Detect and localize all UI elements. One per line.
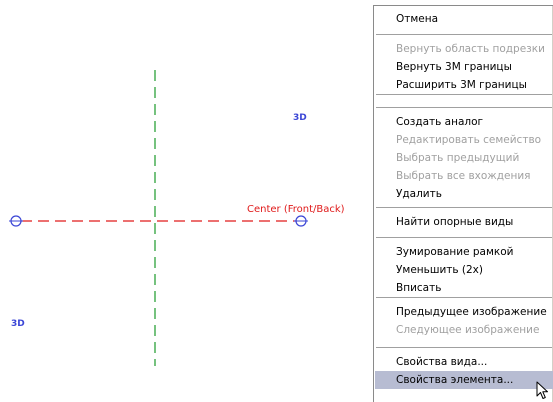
menu-item[interactable]: Расширить 3М границы [375, 76, 553, 94]
menu-item[interactable]: Предыдущее изображение [375, 303, 553, 321]
reference-plane-label[interactable]: Center (Front/Back) [247, 204, 345, 216]
menu-item[interactable]: Удалить [375, 185, 553, 203]
menu-separator [376, 34, 552, 35]
menu-item[interactable]: Уменьшить (2x) [375, 261, 553, 279]
arrow-pointer-icon [536, 381, 548, 399]
menu-separator [376, 237, 552, 238]
menu-item[interactable]: Следующее изображение [375, 321, 553, 339]
menu-item[interactable]: Отмена [375, 10, 553, 28]
menu-item[interactable]: Создать аналог [375, 113, 553, 131]
menu-item[interactable]: Выбрать все вхождения [375, 167, 553, 185]
menu-item[interactable]: Свойства вида... [375, 353, 553, 371]
menu-item[interactable]: Выбрать предыдущий [375, 149, 553, 167]
reference-plane-end-right[interactable] [294, 215, 308, 227]
menu-item[interactable]: Свойства элемента... [375, 371, 553, 389]
menu-item[interactable]: Зумирование рамкой [375, 243, 553, 261]
marker-3d-right[interactable]: 3D [293, 113, 307, 123]
menu-separator [376, 94, 552, 95]
menu-item[interactable]: Редактировать семейство [375, 131, 553, 149]
menu-separator [376, 207, 552, 208]
menu-item[interactable]: Вернуть 3М границы [375, 58, 553, 76]
menu-separator [376, 347, 552, 348]
reference-plane-end-left[interactable] [9, 215, 23, 227]
menu-item[interactable]: Найти опорные виды [375, 213, 553, 231]
menu-item[interactable]: Вернуть область подрезки [375, 40, 553, 58]
context-menu: Отмена Вернуть область подрезки Вернуть 3М… [373, 5, 553, 402]
menu-item[interactable]: Вписать [375, 279, 553, 297]
marker-3d-left[interactable]: 3D [11, 319, 25, 329]
menu-separator [376, 107, 552, 108]
menu-separator [376, 297, 552, 298]
